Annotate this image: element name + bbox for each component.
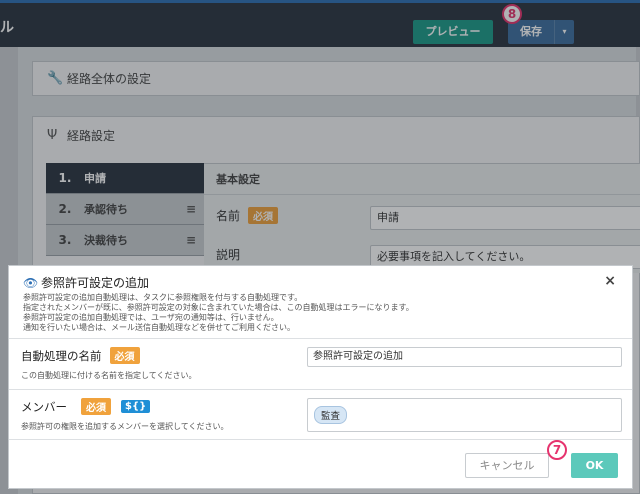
required-badge: 必須 xyxy=(81,398,111,415)
automation-name-label: 自動処理の名前 必須 xyxy=(21,347,140,364)
dialog-title-text: 参照許可設定の追加 xyxy=(41,276,150,290)
automation-name-input[interactable]: 参照許可設定の追加 xyxy=(307,347,622,367)
description-line: 通知を行いたい場合は、メール送信自動処理などを併せてご利用ください。 xyxy=(23,323,295,332)
member-label: メンバー 必須 ${} xyxy=(21,398,151,415)
automation-name-label-text: 自動処理の名前 xyxy=(21,348,102,363)
add-view-permission-dialog: 👁 参照許可設定の追加 × 参照許可設定の追加自動処理は、タスクに参照権限を付与… xyxy=(8,265,633,489)
cancel-button[interactable]: キャンセル xyxy=(465,453,549,478)
automation-name-help: この自動処理に付ける名前を指定してください。 xyxy=(21,371,197,380)
member-chip[interactable]: 監査 xyxy=(314,406,348,424)
description-line: 参照許可設定の追加自動処理では、ユーザ宛の通知等は、行いません。 xyxy=(23,313,279,322)
step-marker-7: 7 xyxy=(547,440,567,460)
dialog-header: 👁 参照許可設定の追加 × 参照許可設定の追加自動処理は、タスクに参照権限を付与… xyxy=(9,266,632,339)
close-icon[interactable]: × xyxy=(604,273,616,289)
required-badge: 必須 xyxy=(109,347,140,364)
dialog-description: 参照許可設定の追加自動処理は、タスクに参照権限を付与する自動処理です。 指定され… xyxy=(23,293,623,333)
eye-icon: 👁 xyxy=(23,275,39,290)
member-row: メンバー 必須 ${} 参照許可の権限を追加するメンバーを選択してください。 監査 xyxy=(9,390,632,440)
description-line: 指定されたメンバーが既に、参照許可設定の対象に含まれていた場合は、この自動処理は… xyxy=(23,303,414,312)
member-label-text: メンバー xyxy=(21,399,67,414)
member-select-input[interactable]: 監査 xyxy=(307,398,622,432)
dialog-title: 👁 参照許可設定の追加 xyxy=(23,274,149,291)
variable-insert-button[interactable]: ${} xyxy=(121,400,151,413)
member-help: 参照許可の権限を追加するメンバーを選択してください。 xyxy=(21,422,229,431)
ok-button[interactable]: OK xyxy=(571,453,618,478)
automation-name-row: 自動処理の名前 必須 この自動処理に付ける名前を指定してください。 参照許可設定の… xyxy=(9,339,632,390)
description-line: 参照許可設定の追加自動処理は、タスクに参照権限を付与する自動処理です。 xyxy=(23,293,303,302)
